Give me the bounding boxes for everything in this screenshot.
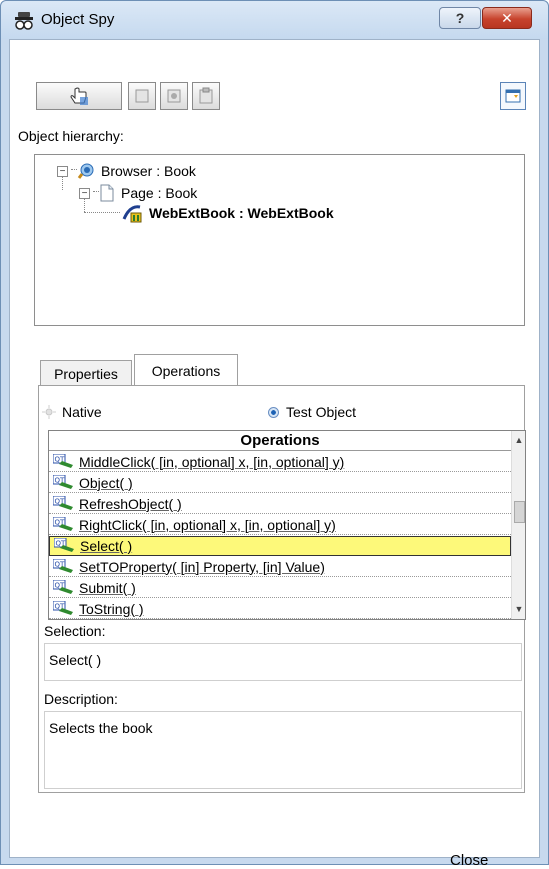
- operation-item[interactable]: QT Object( ): [49, 473, 511, 493]
- webext-object-icon: [122, 205, 142, 223]
- qt-method-icon: QT: [53, 495, 73, 510]
- operations-column-header[interactable]: Operations: [49, 431, 511, 451]
- operation-item[interactable]: QT SetTOProperty( [in] Property, [in] Val…: [49, 557, 511, 577]
- spy-option-button-2[interactable]: [160, 82, 188, 110]
- close-button-label: Close: [450, 852, 489, 869]
- operations-scrollbar[interactable]: ▲ ▼: [511, 431, 525, 619]
- browser-icon: [77, 163, 94, 179]
- qt-method-icon: QT: [53, 579, 73, 594]
- operation-label: RightClick( [in, optional] x, [in, optio…: [79, 516, 336, 533]
- operation-item[interactable]: QT Submit( ): [49, 578, 511, 598]
- window-close-button[interactable]: ✕: [482, 7, 532, 29]
- title-bar[interactable]: Object Spy ? ✕: [1, 1, 548, 39]
- object-spy-window: Object Spy ? ✕ Object hierarchy: − Brows…: [0, 0, 549, 869]
- spy-option-button-3[interactable]: [192, 82, 220, 110]
- tree-node-label: Page : Book: [121, 185, 198, 201]
- object-icon: [135, 89, 149, 103]
- selection-label: Selection:: [44, 623, 106, 639]
- help-icon: ?: [455, 10, 465, 26]
- native-label: Native: [62, 404, 102, 420]
- test-object-mode-option[interactable]: Test Object: [268, 404, 356, 420]
- operation-label: Object( ): [79, 474, 133, 491]
- qt-method-icon: QT: [53, 600, 73, 615]
- qt-method-icon: QT: [53, 474, 73, 489]
- scroll-thumb[interactable]: [514, 501, 525, 523]
- close-button[interactable]: Close: [450, 852, 488, 869]
- native-mode-option[interactable]: Native: [42, 404, 102, 420]
- operations-list[interactable]: Operations QT MiddleClick( [in, optional]…: [48, 430, 526, 620]
- qt-method-icon: QT: [53, 453, 73, 468]
- tree-node-page[interactable]: − Page : Book: [79, 184, 197, 202]
- native-sun-icon: [42, 405, 56, 419]
- description-label: Description:: [44, 691, 118, 707]
- pointing-hand-button[interactable]: [36, 82, 122, 110]
- selection-field[interactable]: Select( ): [44, 643, 522, 681]
- clipboard-icon: [199, 87, 213, 104]
- close-icon: ✕: [501, 9, 513, 26]
- spy-icon: [15, 12, 33, 30]
- object-icon: [167, 89, 181, 103]
- pointing-hand-icon: [70, 87, 88, 105]
- tree-node-webextbook[interactable]: WebExtBook : WebExtBook: [121, 203, 334, 223]
- page-icon: [100, 184, 114, 202]
- operation-item[interactable]: QT RefreshObject( ): [49, 494, 511, 514]
- scroll-up-icon[interactable]: ▲: [514, 435, 524, 445]
- operation-label: Submit( ): [79, 579, 136, 596]
- collapse-icon[interactable]: −: [79, 187, 90, 199]
- operation-label: SetTOProperty( [in] Property, [in] Value…: [79, 558, 325, 575]
- tree-node-label: Browser : Book: [101, 163, 196, 179]
- qt-method-icon: QT: [53, 516, 73, 531]
- tree-node-label: WebExtBook : WebExtBook: [149, 205, 334, 221]
- keep-on-top-button[interactable]: [500, 82, 526, 110]
- test-object-label: Test Object: [286, 404, 357, 420]
- spy-option-button-1[interactable]: [128, 82, 156, 110]
- operation-label: ToString( ): [79, 600, 144, 617]
- selected-radio-icon: [268, 406, 279, 418]
- scroll-down-icon[interactable]: ▼: [514, 604, 524, 614]
- operation-label: Select( ): [80, 538, 133, 554]
- operation-label: MiddleClick( [in, optional] x, [in, opti…: [79, 453, 345, 470]
- object-hierarchy-label: Object hierarchy:: [18, 128, 124, 144]
- operation-item[interactable]: QT MiddleClick( [in, optional] x, [in, op…: [49, 452, 511, 472]
- tab-properties[interactable]: Properties: [40, 360, 132, 386]
- help-button[interactable]: ?: [439, 7, 481, 29]
- operation-item[interactable]: QT RightClick( [in, optional] x, [in, opt…: [49, 515, 511, 535]
- operation-item[interactable]: QT Select( ): [49, 536, 511, 556]
- tree-node-browser[interactable]: − Browser : Book: [57, 162, 196, 180]
- operation-item[interactable]: QT ToString( ): [49, 599, 511, 619]
- description-value: Selects the book: [49, 720, 153, 736]
- qt-method-icon: QT: [53, 558, 73, 573]
- collapse-icon[interactable]: −: [57, 165, 68, 177]
- window-title: Object Spy: [41, 11, 115, 28]
- window-on-top-icon: [505, 89, 521, 103]
- object-hierarchy-tree[interactable]: − Browser : Book − Page : Book WebExtBoo…: [34, 154, 525, 326]
- qt-method-icon: QT: [54, 538, 74, 552]
- tab-operations[interactable]: Operations: [134, 354, 238, 386]
- description-field[interactable]: Selects the book: [44, 711, 522, 789]
- operation-label: RefreshObject( ): [79, 495, 182, 512]
- selection-value: Select( ): [49, 652, 102, 668]
- dialog-client-area: Object hierarchy: − Browser : Book − Pag…: [9, 39, 540, 869]
